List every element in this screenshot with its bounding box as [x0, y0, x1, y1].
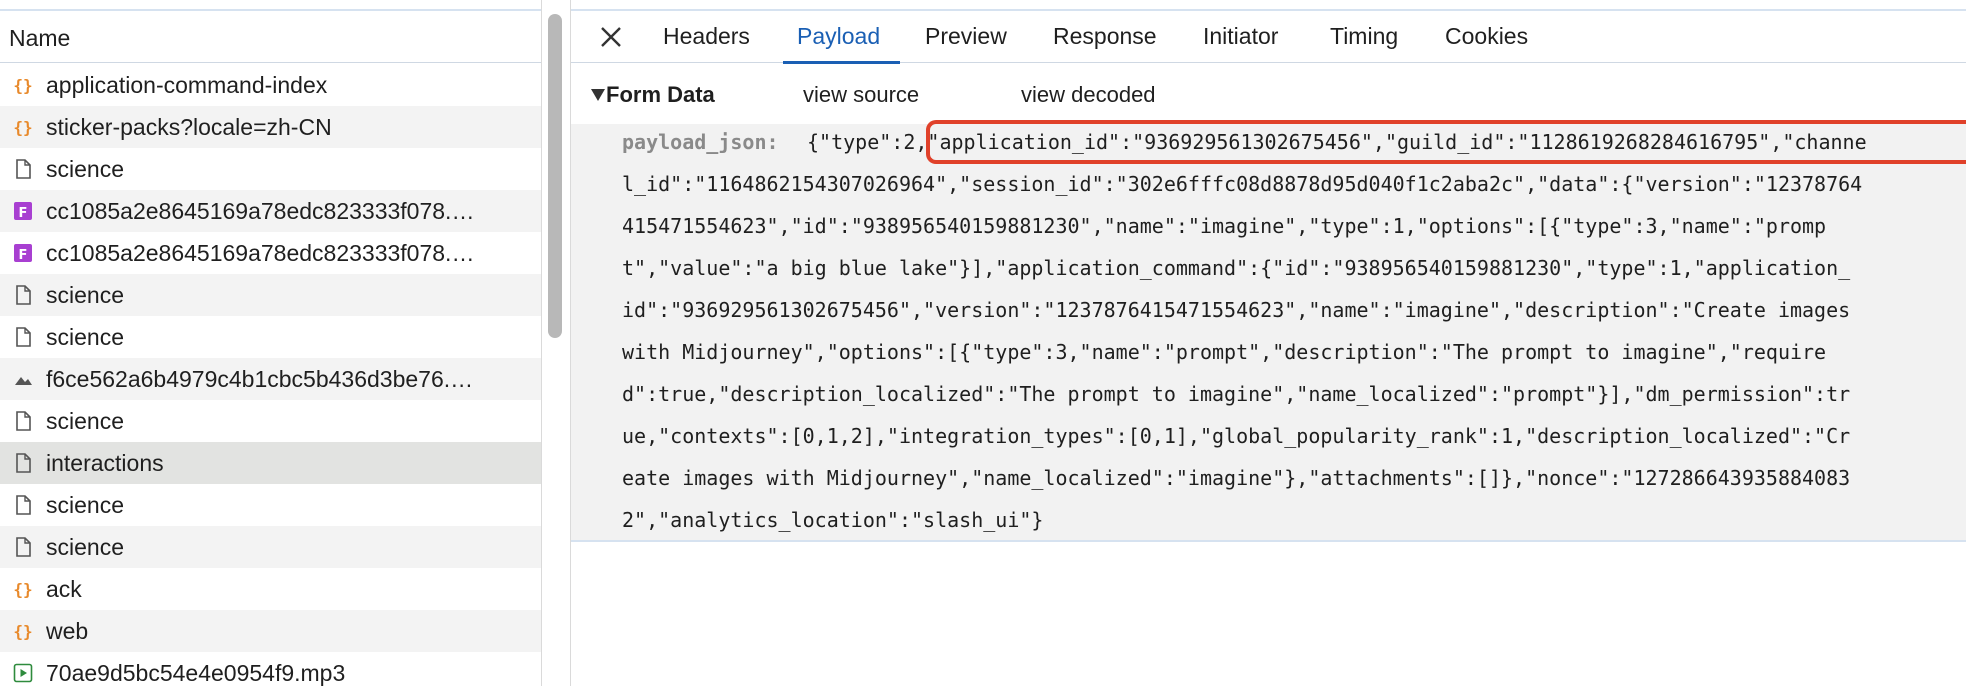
view-source-link[interactable]: view source: [803, 82, 919, 108]
request-row[interactable]: Fcc1085a2e8645169a78edc823333f078.…: [0, 232, 541, 274]
request-row[interactable]: interactions: [0, 442, 541, 484]
tab-timing[interactable]: Timing: [1330, 23, 1398, 63]
json-icon: {}: [12, 578, 34, 600]
payload-line: l_id":"1164862154307026964","session_id"…: [622, 172, 1863, 196]
request-name: science: [46, 492, 124, 518]
document-icon: [12, 326, 34, 348]
payload-line: id":"936929561302675456","version":"1237…: [622, 298, 1851, 322]
payload-line: d":true,"description_localized":"The pro…: [622, 382, 1851, 406]
request-row[interactable]: science: [0, 274, 541, 316]
request-name: science: [46, 534, 124, 560]
request-name: f6ce562a6b4979c4b1cbc5b436d3be76.…: [46, 366, 474, 392]
svg-text:F: F: [19, 248, 28, 263]
request-row[interactable]: science: [0, 148, 541, 190]
json-icon: {}: [12, 74, 34, 96]
annotation-highlight-box: [926, 120, 1966, 164]
json-icon: {}: [12, 620, 34, 642]
scrollbar-thumb[interactable]: [548, 14, 562, 338]
close-icon[interactable]: [597, 23, 625, 51]
payload-line: 415471554623","id":"938956540159881230",…: [622, 214, 1827, 238]
request-list-panel: Name {} application-command-index {} sticke…: [0, 0, 541, 686]
media-icon: [12, 662, 34, 684]
payload-line: t","value":"a big blue lake"}],"applicat…: [622, 256, 1851, 280]
document-icon: [12, 284, 34, 306]
expand-triangle-icon[interactable]: [591, 89, 605, 101]
payload-line: ue,"contexts":[0,1,2],"integration_types…: [622, 424, 1851, 448]
request-row[interactable]: {} application-command-index: [0, 64, 541, 106]
svg-text:{}: {}: [13, 76, 32, 95]
request-name: 70ae9d5bc54e4e0954f9.mp3: [46, 660, 346, 686]
svg-text:{}: {}: [13, 622, 32, 641]
tab-response[interactable]: Response: [1053, 23, 1157, 63]
request-name: ack: [46, 576, 82, 602]
view-decoded-link[interactable]: view decoded: [1021, 82, 1156, 108]
font-icon: F: [12, 242, 34, 264]
document-icon: [12, 494, 34, 516]
request-name: sticker-packs?locale=zh-CN: [46, 114, 332, 140]
request-row[interactable]: {} web: [0, 610, 541, 652]
payload-line: 2","analytics_location":"slash_ui"}: [622, 508, 1044, 532]
request-name: cc1085a2e8645169a78edc823333f078.…: [46, 240, 475, 266]
request-name: interactions: [46, 450, 164, 476]
json-icon: {}: [12, 116, 34, 138]
request-name: science: [46, 156, 124, 182]
font-icon: F: [12, 200, 34, 222]
tab-payload[interactable]: Payload: [782, 23, 901, 64]
request-name: science: [46, 324, 124, 350]
request-name: science: [46, 408, 124, 434]
request-row[interactable]: Fcc1085a2e8645169a78edc823333f078.…: [0, 190, 541, 232]
request-row[interactable]: science: [0, 316, 541, 358]
tab-preview[interactable]: Preview: [925, 23, 1007, 63]
request-detail-panel: Headers Payload Preview Response Initiat…: [571, 0, 1966, 686]
image-icon: [12, 368, 34, 390]
payload-json-key: payload_json:: [622, 130, 779, 154]
svg-text:{}: {}: [13, 118, 32, 137]
request-name: application-command-index: [46, 72, 328, 98]
name-column-label: Name: [9, 25, 71, 51]
name-column-header[interactable]: Name: [0, 11, 541, 63]
detail-tabbar: Headers Payload Preview Response Initiat…: [571, 11, 1966, 64]
request-row[interactable]: {} sticker-packs?locale=zh-CN: [0, 106, 541, 148]
request-row[interactable]: science: [0, 400, 541, 442]
request-name: cc1085a2e8645169a78edc823333f078.…: [46, 198, 475, 224]
request-list: {} application-command-index {} sticker-pac…: [0, 64, 541, 686]
document-icon: [12, 410, 34, 432]
form-data-title: Form Data: [606, 82, 715, 107]
request-row[interactable]: science: [0, 526, 541, 568]
request-row[interactable]: science: [0, 484, 541, 526]
document-icon: [12, 452, 34, 474]
request-row[interactable]: 70ae9d5bc54e4e0954f9.mp3: [0, 652, 541, 686]
payload-line: with Midjourney","options":[{"type":3,"n…: [622, 340, 1827, 364]
svg-text:{}: {}: [13, 580, 32, 599]
request-row[interactable]: {} ack: [0, 568, 541, 610]
request-row[interactable]: f6ce562a6b4979c4b1cbc5b436d3be76.…: [0, 358, 541, 400]
payload-json-box: payload_json: {"type":2,"application_id"…: [571, 124, 1966, 542]
request-name: science: [46, 282, 124, 308]
tab-headers[interactable]: Headers: [663, 23, 750, 63]
tab-initiator[interactable]: Initiator: [1203, 23, 1278, 63]
tab-cookies[interactable]: Cookies: [1445, 23, 1528, 63]
payload-line: eate images with Midjourney","name_local…: [622, 466, 1851, 490]
document-icon: [12, 158, 34, 180]
request-name: web: [46, 618, 89, 644]
svg-text:F: F: [19, 206, 28, 221]
document-icon: [12, 536, 34, 558]
form-data-section-header[interactable]: Form Data view source view decoded: [571, 75, 1966, 119]
